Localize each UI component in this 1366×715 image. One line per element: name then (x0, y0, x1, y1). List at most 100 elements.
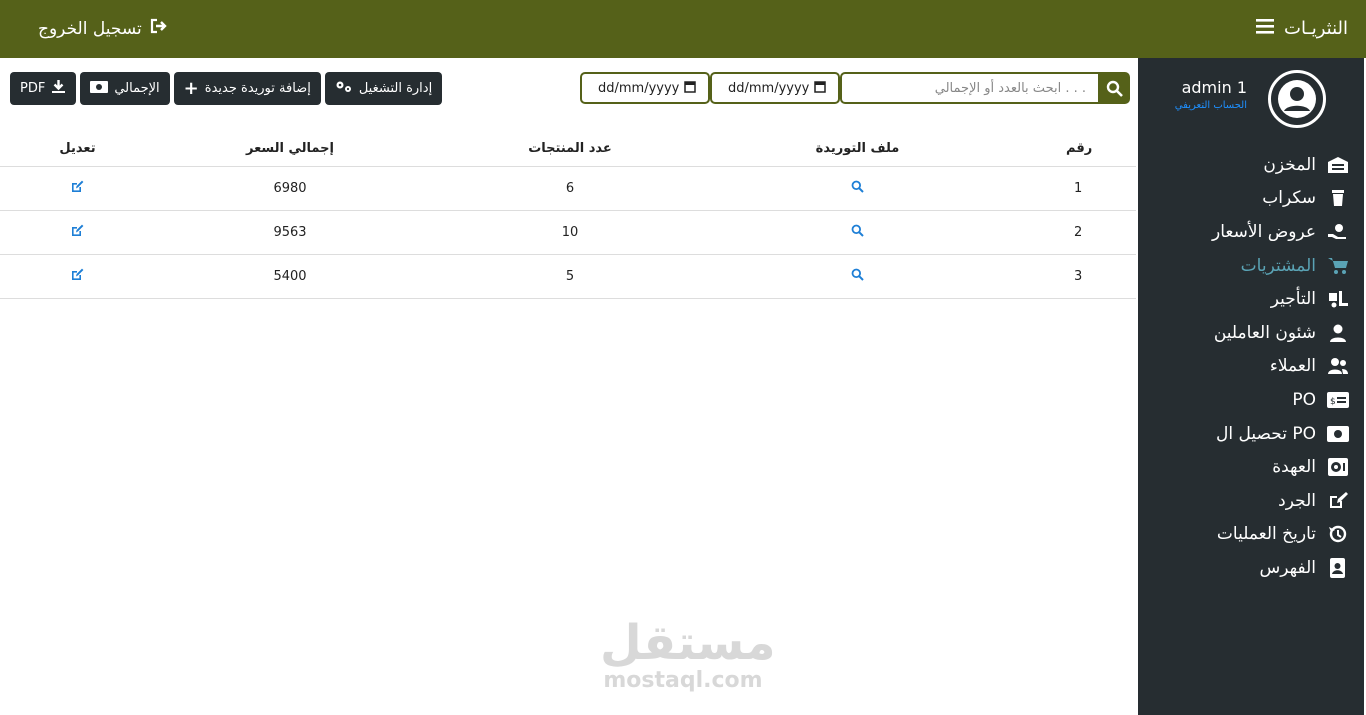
svg-text:$: $ (1330, 397, 1336, 407)
num-cell: 2 (1000, 210, 1136, 255)
avatar[interactable] (1268, 70, 1326, 128)
logout-label: تسجيل الخروج (38, 18, 142, 39)
sidebar-item-11[interactable]: الجرد (1138, 484, 1364, 518)
user-circle-icon (1278, 80, 1316, 118)
watermark-arabic: مستقل (600, 615, 776, 671)
filters-bar: dd/mm/yyyy dd/mm/yyyy ابحث بالعدد أو الإ… (580, 72, 1130, 104)
sidebar-item-label: المخزن (1263, 154, 1316, 175)
sidebar-item-label: عروض الأسعار (1212, 221, 1316, 242)
truck-loading-icon (1326, 288, 1350, 310)
sidebar-item-7[interactable]: العملاء (1138, 350, 1364, 384)
file-cell (715, 254, 1000, 299)
watermark-english: mostaql.com (603, 668, 763, 693)
sidebar-item-label: التأجير (1270, 289, 1316, 310)
search-icon (1106, 80, 1123, 97)
sidebar-menu: المخزن سكراب عروض الأسعار المشتريات التأجير ش… (1138, 148, 1364, 585)
warehouse-icon (1326, 154, 1350, 176)
brand-title: النثريـات (1284, 18, 1348, 39)
file-cell (715, 166, 1000, 211)
edit-icon[interactable] (71, 268, 84, 285)
sidebar-item-3[interactable]: عروض الأسعار (1138, 215, 1364, 249)
search-icon[interactable] (851, 224, 864, 241)
hamburger-icon (1256, 18, 1274, 39)
sidebar-item-9[interactable]: تحصيل ال PO (1138, 417, 1364, 451)
total-cell: 5400 (155, 254, 425, 299)
address-book-icon (1326, 557, 1350, 579)
search-input[interactable]: ابحث بالعدد أو الإجمالي . . . (840, 72, 1098, 104)
toolbar: إدارة التشغيل إضافة توريدة جديدة + الإجم… (10, 72, 443, 105)
header-count: عدد المنتجات (425, 132, 715, 167)
sidebar-item-13[interactable]: الفهرس (1138, 551, 1364, 585)
date-from-input[interactable]: dd/mm/yyyy (710, 72, 840, 104)
sidebar-item-label: المشتريات (1240, 255, 1316, 276)
edit-icon[interactable] (71, 180, 84, 197)
total-cell: 6980 (155, 166, 425, 211)
calendar-icon[interactable] (684, 80, 696, 97)
calendar-icon[interactable] (814, 80, 826, 97)
date-from-value: dd/mm/yyyy (728, 80, 810, 96)
brand-menu-toggle[interactable]: النثريـات (1256, 18, 1348, 39)
sidebar-item-label: الفهرس (1259, 557, 1316, 578)
total-label: الإجمالي (114, 81, 160, 96)
sidebar-item-1[interactable]: المخزن (1138, 148, 1364, 182)
add-supply-label: إضافة توريدة جديدة (204, 81, 311, 96)
edit-cell (0, 210, 155, 255)
logout-button[interactable]: تسجيل الخروج (38, 18, 168, 39)
download-icon (51, 79, 66, 98)
date-to-input[interactable]: dd/mm/yyyy (580, 72, 710, 104)
header-edit: تعديل (0, 132, 155, 167)
sidebar-item-label: تاريخ العمليات (1216, 524, 1316, 545)
supplies-table: تعديل إجمالي السعر عدد المنتجات ملف التو… (0, 132, 1136, 299)
trash-icon (1326, 187, 1350, 209)
table-row: 9563 10 2 (0, 210, 1136, 255)
file-cell (715, 210, 1000, 255)
sidebar-item-8[interactable]: $ PO (1138, 383, 1364, 417)
search-icon[interactable] (851, 180, 864, 197)
sidebar-item-12[interactable]: تاريخ العمليات (1138, 518, 1364, 552)
sidebar-item-5[interactable]: التأجير (1138, 282, 1364, 316)
edit-cell (0, 254, 155, 299)
profile-name: admin 1 (1181, 78, 1247, 97)
table-row: 5400 5 3 (0, 254, 1136, 299)
count-cell: 5 (425, 254, 715, 299)
search-icon[interactable] (851, 268, 864, 285)
edit-icon (1326, 490, 1350, 512)
total-cell: 9563 (155, 210, 425, 255)
pdf-export-button[interactable]: PDF (10, 72, 77, 105)
total-button[interactable]: الإجمالي (80, 72, 170, 105)
top-bar: تسجيل الخروج النثريـات (0, 0, 1366, 58)
users-icon (1326, 355, 1350, 377)
sidebar-item-2[interactable]: سكراب (1138, 182, 1364, 216)
pdf-label: PDF (20, 81, 46, 96)
sidebar-item-label: العهدة (1272, 457, 1316, 478)
sidebar-item-label: سكراب (1262, 188, 1316, 209)
search-placeholder: ابحث بالعدد أو الإجمالي . . . (934, 80, 1086, 96)
sidebar-item-10[interactable]: العهدة (1138, 450, 1364, 484)
edit-icon[interactable] (71, 224, 84, 241)
profile-link[interactable]: الحساب التعريفي (1175, 100, 1247, 111)
header-file: ملف التوريدة (715, 132, 1000, 167)
history-icon (1326, 523, 1350, 545)
sidebar-item-6[interactable]: شئون العاملين (1138, 316, 1364, 350)
cart-icon (1326, 255, 1350, 277)
search-button[interactable] (1098, 72, 1130, 104)
sidebar-item-label: تحصيل ال PO (1216, 423, 1316, 444)
count-cell: 6 (425, 166, 715, 211)
vault-icon (1326, 456, 1350, 478)
add-supply-button[interactable]: إضافة توريدة جديدة + (173, 72, 321, 105)
operations-button[interactable]: إدارة التشغيل (324, 72, 443, 105)
gears-icon (335, 80, 353, 98)
num-cell: 3 (1000, 254, 1136, 299)
sidebar: admin 1 الحساب التعريفي المخزن سكراب عروض … (1138, 58, 1364, 715)
table-row: 6980 6 1 (0, 166, 1136, 211)
money-check-icon: $ (1326, 389, 1350, 411)
count-cell: 10 (425, 210, 715, 255)
hand-holding-dollar-icon (1326, 221, 1350, 243)
sidebar-item-4[interactable]: المشتريات (1138, 249, 1364, 283)
sidebar-item-label: الجرد (1278, 490, 1316, 511)
watermark: مستقل mostaql.com (600, 615, 776, 694)
operations-label: إدارة التشغيل (358, 81, 433, 96)
header-total: إجمالي السعر (155, 132, 425, 167)
money-bill-icon (1326, 423, 1350, 445)
sidebar-item-label: العملاء (1269, 356, 1316, 377)
